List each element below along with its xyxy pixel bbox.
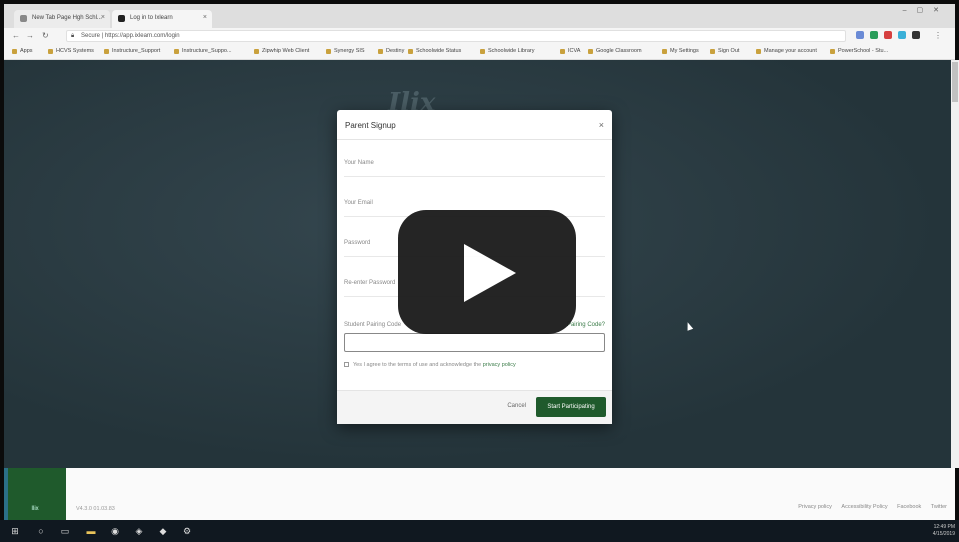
- password-repeat-field[interactable]: Re-enter Password: [344, 280, 395, 286]
- menu-icon[interactable]: ⋮: [934, 31, 942, 40]
- tab-favicon-icon: [118, 15, 125, 22]
- close-icon[interactable]: ×: [599, 120, 604, 130]
- bookmark-item[interactable]: Sign Out: [710, 48, 739, 54]
- footer-version: V4.3.0 01.03.83: [76, 506, 115, 512]
- tab-label: Log in to Ixlearn: [130, 15, 173, 21]
- bookmark-item[interactable]: Instructure_Suppo...: [174, 48, 232, 54]
- password-field[interactable]: Password: [344, 240, 370, 246]
- browser-toolbar: ← → ↻ 🔒︎ Secure | https://app.ixlearn.co…: [4, 28, 955, 44]
- windows-start-icon[interactable]: ⊞: [10, 526, 20, 536]
- bookmark-item[interactable]: HCVS Systems: [48, 48, 94, 54]
- start-participating-button[interactable]: Start Participating: [536, 397, 606, 417]
- terms-text: Yes I agree to the terms of use and ackn…: [353, 362, 483, 368]
- bookmark-item[interactable]: Schoolwide Status: [408, 48, 461, 54]
- video-frame: New Tab Page Hgh Schl... × Log in to Ixl…: [0, 0, 959, 542]
- bookmark-item[interactable]: My Settings: [662, 48, 699, 54]
- page-scrollbar[interactable]: [951, 60, 959, 468]
- bookmark-item[interactable]: Synergy SIS: [326, 48, 365, 54]
- app-icon[interactable]: ◆: [158, 526, 168, 536]
- forward-icon[interactable]: →: [26, 31, 34, 40]
- search-icon[interactable]: ○: [36, 526, 46, 536]
- terms-checkbox[interactable]: [344, 362, 349, 368]
- extension-icon[interactable]: [870, 31, 878, 39]
- window-controls[interactable]: –▢✕: [903, 6, 949, 14]
- modal-title: Parent Signup: [345, 121, 396, 130]
- reload-icon[interactable]: ↻: [42, 31, 49, 40]
- bookmark-item[interactable]: Destiny: [378, 48, 404, 54]
- footer-link[interactable]: Privacy policy: [798, 504, 832, 510]
- bookmark-item[interactable]: Instructure_Support: [104, 48, 160, 54]
- bookmark-item[interactable]: Google Classroom: [588, 48, 642, 54]
- extension-icon[interactable]: [898, 31, 906, 39]
- cancel-button[interactable]: Cancel: [507, 403, 526, 409]
- extension-icon[interactable]: [912, 31, 920, 39]
- browser-tab[interactable]: New Tab Page Hgh Schl... ×: [14, 10, 110, 28]
- bookmark-item[interactable]: Manage your account: [756, 48, 817, 54]
- bookmark-item[interactable]: Apps: [12, 48, 33, 54]
- terms-row: Yes I agree to the terms of use and ackn…: [344, 362, 516, 368]
- app-icon[interactable]: ⚙: [182, 526, 192, 536]
- page-footer: Ilix V4.3.0 01.03.83 Privacy policy Acce…: [4, 468, 955, 520]
- modal-footer: Cancel Start Participating: [337, 390, 612, 424]
- taskbar: ⊞ ○ ▭ ▬ ◉ ◈ ◆ ⚙ 12:49 PM 4/15/2019: [0, 520, 959, 542]
- name-field-underline: [344, 176, 605, 177]
- modal-header: Parent Signup ×: [337, 110, 612, 140]
- pairing-code-link[interactable]: Pairing Code?: [567, 322, 605, 328]
- tab-close-icon[interactable]: ×: [101, 14, 105, 21]
- chrome-icon[interactable]: ◉: [110, 526, 120, 536]
- back-icon[interactable]: ←: [12, 31, 20, 40]
- tab-label: New Tab Page Hgh Schl...: [32, 15, 102, 21]
- play-icon: [464, 244, 516, 302]
- address-text: Secure | https://app.ixlearn.com/login: [81, 33, 180, 39]
- video-play-button[interactable]: [398, 210, 576, 334]
- name-field[interactable]: Your Name: [344, 160, 374, 166]
- bookmark-item[interactable]: PowerSchool - Stu...: [830, 48, 888, 54]
- scrollbar-thumb[interactable]: [952, 62, 958, 102]
- task-view-icon[interactable]: ▭: [60, 526, 70, 536]
- clock-time: 12:49 PM: [933, 524, 955, 530]
- lock-icon: 🔒︎: [71, 33, 75, 39]
- side-strip: [4, 468, 8, 520]
- extension-icon[interactable]: [884, 31, 892, 39]
- tab-favicon-icon: [20, 15, 27, 22]
- address-bar[interactable]: 🔒︎ Secure | https://app.ixlearn.com/logi…: [66, 30, 846, 42]
- footer-link[interactable]: Facebook: [897, 504, 921, 510]
- footer-brand: Ilix: [4, 468, 66, 520]
- tab-close-icon[interactable]: ×: [203, 14, 207, 21]
- bookmark-item[interactable]: Schoolwide Library: [480, 48, 534, 54]
- bookmark-item[interactable]: Zipwhip Web Client: [254, 48, 309, 54]
- privacy-policy-link[interactable]: privacy policy: [483, 362, 516, 368]
- browser-tab-active[interactable]: Log in to Ixlearn ×: [112, 10, 212, 28]
- student-code-input[interactable]: [344, 333, 605, 352]
- student-code-label: Student Pairing Code: [344, 322, 402, 328]
- footer-link[interactable]: Accessibility Policy: [841, 504, 887, 510]
- browser-tab-strip: New Tab Page Hgh Schl... × Log in to Ixl…: [4, 4, 955, 28]
- extension-icon[interactable]: [856, 31, 864, 39]
- app-icon[interactable]: ◈: [134, 526, 144, 536]
- footer-links: Privacy policy Accessibility Policy Face…: [790, 504, 947, 510]
- taskbar-clock[interactable]: 12:49 PM 4/15/2019: [933, 524, 955, 538]
- clock-date: 4/15/2019: [932, 531, 955, 537]
- footer-link[interactable]: Twitter: [931, 504, 947, 510]
- bookmark-item[interactable]: ICVA: [560, 48, 580, 54]
- bookmarks-bar: Apps HCVS Systems Instructure_Support In…: [4, 44, 955, 60]
- file-explorer-icon[interactable]: ▬: [86, 526, 96, 536]
- email-field[interactable]: Your Email: [344, 200, 373, 206]
